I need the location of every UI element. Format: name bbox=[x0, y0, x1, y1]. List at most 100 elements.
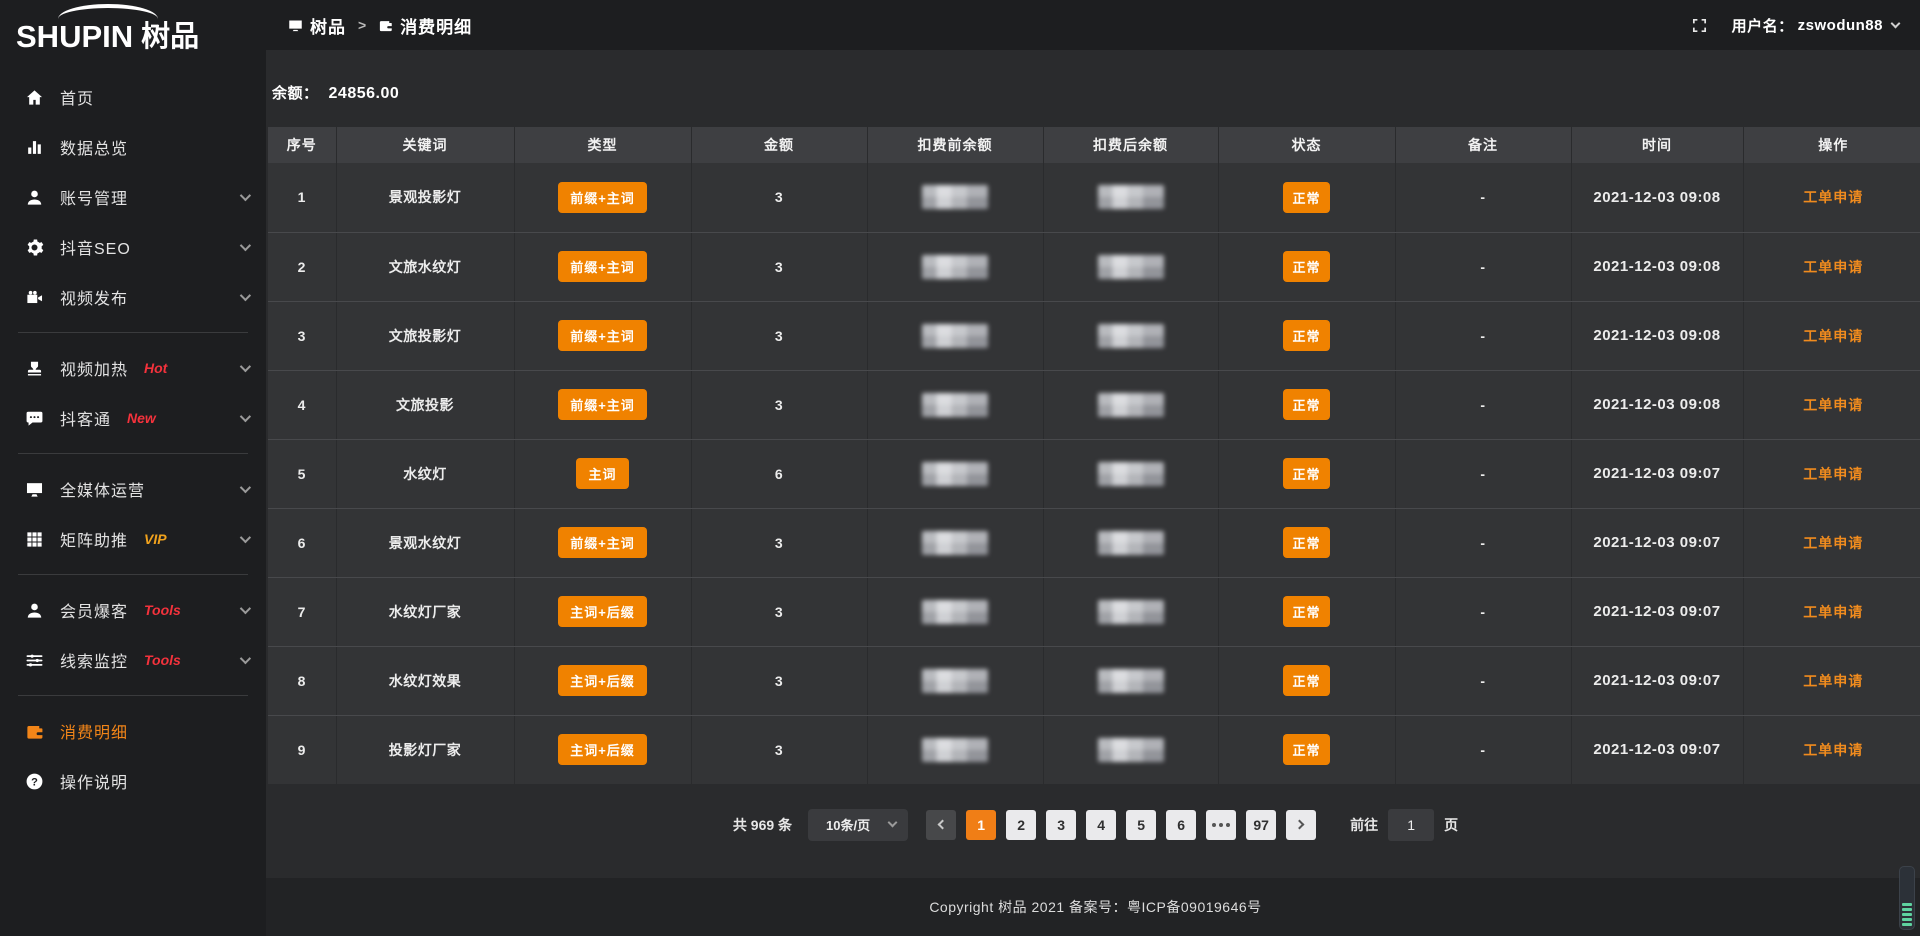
chevron-down-icon bbox=[240, 361, 251, 372]
member-icon bbox=[24, 600, 44, 620]
sidebar-item-douyin-seo[interactable]: 抖音SEO bbox=[0, 222, 266, 272]
cell-amount: 3 bbox=[691, 163, 867, 232]
cell-balance-after bbox=[1043, 232, 1218, 301]
redacted-balance-before bbox=[922, 462, 988, 486]
redacted-balance-after bbox=[1098, 185, 1164, 209]
page-button-4[interactable]: 4 bbox=[1086, 810, 1116, 840]
next-page-button[interactable] bbox=[1286, 810, 1316, 840]
sidebar-item-label: 视频加热 bbox=[60, 356, 128, 380]
column-header: 关键词 bbox=[336, 127, 514, 163]
sidebar-item-label: 抖客通 bbox=[60, 406, 111, 430]
cell-amount: 3 bbox=[691, 301, 867, 370]
ticket-apply-link[interactable]: 工单申请 bbox=[1803, 673, 1863, 689]
ticket-apply-link[interactable]: 工单申请 bbox=[1803, 397, 1863, 413]
cell-note: - bbox=[1395, 577, 1571, 646]
cell-index: 2 bbox=[268, 232, 336, 301]
cell-keyword: 投影灯厂家 bbox=[336, 715, 514, 784]
chevron-down-icon bbox=[888, 818, 898, 828]
ticket-apply-link[interactable]: 工单申请 bbox=[1803, 742, 1863, 758]
cell-amount: 3 bbox=[691, 715, 867, 784]
page-button-3[interactable]: 3 bbox=[1046, 810, 1076, 840]
column-header: 扣费后余额 bbox=[1043, 127, 1218, 163]
ticket-apply-link[interactable]: 工单申请 bbox=[1803, 259, 1863, 275]
username-label: 用户名： bbox=[1732, 15, 1794, 36]
cell-status: 正常 bbox=[1218, 163, 1395, 232]
sidebar-item-member-baoke[interactable]: 会员爆客Tools bbox=[0, 585, 266, 635]
topbar: 树品 > 消费明细 用户名： zswodun88 bbox=[266, 0, 1920, 50]
page-button-97[interactable]: 97 bbox=[1246, 810, 1276, 840]
status-badge: 正常 bbox=[1283, 527, 1329, 558]
sidebar-item-data-overview[interactable]: 数据总览 bbox=[0, 122, 266, 172]
sidebar-item-badge: Hot bbox=[144, 360, 167, 376]
cell-balance-after bbox=[1043, 301, 1218, 370]
cell-time: 2021-12-03 09:08 bbox=[1571, 370, 1743, 439]
sidebar-item-matrix-boost[interactable]: 矩阵助推VIP bbox=[0, 514, 266, 564]
ticket-apply-link[interactable]: 工单申请 bbox=[1803, 604, 1863, 620]
sidebar-item-clue-monitor[interactable]: 线索监控 Tools bbox=[0, 635, 266, 685]
cell-time: 2021-12-03 09:07 bbox=[1571, 646, 1743, 715]
ticket-apply-link[interactable]: 工单申请 bbox=[1803, 328, 1863, 344]
ticket-apply-link[interactable]: 工单申请 bbox=[1803, 535, 1863, 551]
cell-action: 工单申请 bbox=[1743, 370, 1920, 439]
logo-arc bbox=[58, 4, 158, 34]
main-area: 树品 > 消费明细 用户名： zswodun88 bbox=[266, 0, 1920, 936]
home-icon bbox=[24, 87, 44, 107]
cell-time: 2021-12-03 09:08 bbox=[1571, 301, 1743, 370]
sidebar-divider bbox=[18, 695, 248, 696]
table-row: 4 文旅投影 前缀+主词 3 正常 - 2021-12-03 09:08 工单申… bbox=[268, 370, 1920, 439]
cell-time: 2021-12-03 09:07 bbox=[1571, 577, 1743, 646]
cell-action: 工单申请 bbox=[1743, 715, 1920, 784]
sidebar-item-account-management[interactable]: 账号管理 bbox=[0, 172, 266, 222]
cell-index: 6 bbox=[268, 508, 336, 577]
app-logo[interactable]: SHUPIN 树品 bbox=[0, 0, 266, 58]
username-dropdown[interactable]: 用户名： zswodun88 bbox=[1732, 15, 1899, 36]
status-badge: 正常 bbox=[1283, 458, 1329, 489]
cell-balance-before bbox=[867, 163, 1043, 232]
sidebar-item-consumption-detail[interactable]: 消费明细 bbox=[0, 706, 266, 756]
cell-time: 2021-12-03 09:07 bbox=[1571, 715, 1743, 784]
sidebar-item-video-heating[interactable]: 视频加热 Hot bbox=[0, 343, 266, 393]
cell-index: 5 bbox=[268, 439, 336, 508]
cell-time: 2021-12-03 09:08 bbox=[1571, 163, 1743, 232]
chevron-down-icon bbox=[240, 290, 251, 301]
cell-note: - bbox=[1395, 508, 1571, 577]
breadcrumb-item-current[interactable]: 消费明细 bbox=[378, 13, 472, 38]
sidebar-item-home[interactable]: 首页 bbox=[0, 72, 266, 122]
prev-page-button[interactable] bbox=[926, 810, 956, 840]
balance-label: 余额： bbox=[272, 85, 319, 102]
sidebar-item-badge: Tools bbox=[144, 652, 181, 668]
sidebar-item-label: 会员爆客 bbox=[60, 598, 128, 622]
sidebar-item-label: 线索监控 bbox=[60, 648, 128, 672]
sidebar-item-video-publish[interactable]: 视频发布 bbox=[0, 272, 266, 322]
breadcrumb-item-app[interactable]: 树品 bbox=[288, 13, 346, 38]
goto-page-input[interactable] bbox=[1388, 809, 1434, 841]
redacted-balance-after bbox=[1098, 255, 1164, 279]
type-badge: 前缀+主词 bbox=[558, 527, 647, 558]
more-pages-icon bbox=[1219, 823, 1223, 827]
ticket-apply-link[interactable]: 工单申请 bbox=[1803, 466, 1863, 482]
more-pages-button[interactable] bbox=[1206, 810, 1236, 840]
cell-status: 正常 bbox=[1218, 508, 1395, 577]
page-button-5[interactable]: 5 bbox=[1126, 810, 1156, 840]
cell-note: - bbox=[1395, 301, 1571, 370]
sidebar-item-label: 视频发布 bbox=[60, 285, 128, 309]
sidebar-item-all-media-operation[interactable]: 全媒体运营 bbox=[0, 464, 266, 514]
chevron-down-icon bbox=[240, 411, 251, 422]
fullscreen-button[interactable] bbox=[1691, 17, 1708, 34]
page-button-6[interactable]: 6 bbox=[1166, 810, 1196, 840]
ticket-apply-link[interactable]: 工单申请 bbox=[1803, 189, 1863, 205]
page-size-select[interactable]: 10条/页 bbox=[808, 809, 908, 841]
cell-status: 正常 bbox=[1218, 439, 1395, 508]
sidebar-item-operation-guide[interactable]: ?操作说明 bbox=[0, 756, 266, 806]
page-button-2[interactable]: 2 bbox=[1006, 810, 1036, 840]
chevron-down-icon bbox=[240, 482, 251, 493]
redacted-balance-after bbox=[1098, 462, 1164, 486]
cell-balance-after bbox=[1043, 577, 1218, 646]
sidebar-item-label: 全媒体运营 bbox=[60, 477, 145, 501]
svg-text:?: ? bbox=[31, 776, 38, 788]
cell-amount: 6 bbox=[691, 439, 867, 508]
cell-type: 前缀+主词 bbox=[514, 301, 691, 370]
goto-label: 前往 bbox=[1350, 815, 1378, 835]
sidebar-item-douketong[interactable]: 抖客通New bbox=[0, 393, 266, 443]
page-button-1[interactable]: 1 bbox=[966, 810, 996, 840]
